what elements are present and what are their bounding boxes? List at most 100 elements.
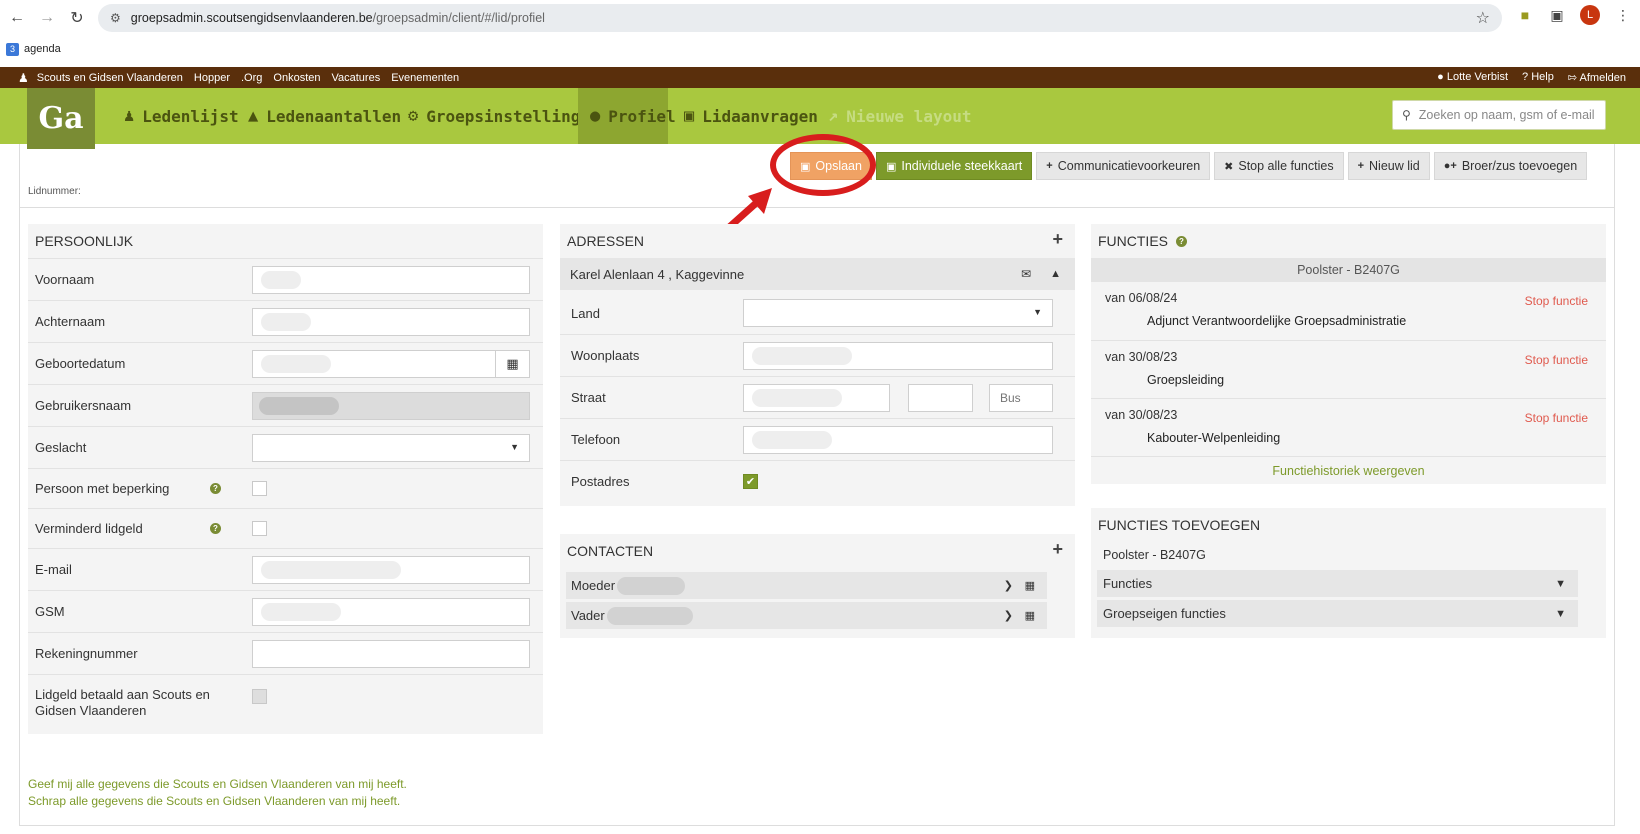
redacted-value [752,431,832,449]
achternaam-input[interactable] [252,308,530,336]
nav-profiel[interactable]: ● Profiel [578,88,676,144]
stop-function-link[interactable]: Stop functie [1525,353,1588,367]
label-lidgeld: Lidgeld betaald aan Scouts en Gidsen Vla… [35,686,210,718]
top-link-sgv[interactable]: Scouts en Gidsen Vlaanderen [37,72,183,84]
redacted-value [261,355,331,373]
gsm-input[interactable] [252,598,530,626]
menu-dots-icon[interactable]: ⋮ [1614,6,1632,24]
search-input[interactable] [1418,108,1599,122]
privacy-links: Geef mij alle gegevens die Scouts en Gid… [28,776,407,810]
redacted-value [261,313,311,331]
add-sibling-button[interactable]: ●+ Broer/zus toevoegen [1433,152,1588,180]
help-icon[interactable]: ? [210,483,221,494]
chevron-up-icon[interactable]: ▲ [1050,268,1061,280]
member-search[interactable]: ⚲ [1392,100,1606,130]
address-bar[interactable]: ⚙ groepsadmin.scoutsengidsenvlaanderen.b… [98,4,1502,32]
label-beperking: Persoon met beperking [35,481,170,496]
site-settings-icon[interactable]: ⚙ [110,11,121,25]
help-link[interactable]: ? Help [1522,71,1554,84]
beperking-checkbox[interactable] [252,481,267,496]
top-link-vacatures[interactable]: Vacatures [332,72,381,84]
redacted-name [617,576,686,595]
accordion-groepseigen-functies[interactable]: Groepseigen functies ▼ [1097,600,1578,627]
extension-area: ■ ▣ L ⋮ [1516,5,1632,25]
plus-icon: + [1046,160,1053,172]
redacted-value [261,561,401,579]
top-link-evenementen[interactable]: Evenementen [391,72,459,84]
profile-avatar[interactable]: L [1580,5,1600,25]
add-functions-panel: FUNCTIES TOEVOEGEN Poolster - B2407G Fun… [1091,508,1606,638]
browser-toolbar: ← → ↻ ⚙ groepsadmin.scoutsengidsenvlaand… [0,0,1640,36]
geslacht-select[interactable]: ▼ [252,434,530,462]
header-divider [19,207,1615,208]
contact-role: Moeder [571,578,616,593]
contacts-panel: CONTACTEN + Moeder ❯ ▦ Vader ❯ ▦ [560,534,1075,638]
ga-logo[interactable]: Ga [27,88,95,149]
communication-button[interactable]: + Communicatievoorkeuren [1036,152,1211,180]
straat-input[interactable] [743,384,890,412]
land-select[interactable]: ▼ [743,299,1053,327]
chevron-down-icon[interactable]: ❯ [1004,579,1013,592]
address-header[interactable]: Karel Alenlaan 4 , Kaggevinne ✉ ▲ [560,258,1075,290]
user-plus-icon: ●+ [1443,160,1457,172]
verminderd-checkbox[interactable] [252,521,267,536]
gebruikersnaam-input [252,392,530,420]
add-functions-title: FUNCTIES TOEVOEGEN [1098,517,1261,533]
contact-role: Vader [571,608,605,623]
chevron-down-icon[interactable]: ❯ [1004,609,1013,622]
nav-ledenlijst[interactable]: ♟ Ledenlijst [112,88,251,144]
trash-icon[interactable]: ▦ [1025,609,1035,622]
user-link[interactable]: ● Lotte Verbist [1437,71,1508,84]
forward-icon[interactable]: → [34,5,60,31]
delete-data-link[interactable]: Schrap alle gegevens die Scouts en Gidse… [28,793,407,810]
huisnummer-input[interactable] [908,384,973,412]
woonplaats-input[interactable] [743,342,1053,370]
label-gsm: GSM [35,604,65,619]
reload-icon[interactable]: ↻ [64,5,90,31]
function-since: van 30/08/23 [1105,350,1178,364]
extension-icon[interactable]: ■ [1516,6,1534,24]
function-name: Kabouter-Welpenleiding [1147,431,1281,445]
trash-icon[interactable]: ▦ [1025,579,1035,592]
envelope-icon[interactable]: ✉ [1021,267,1031,281]
add-functions-group: Poolster - B2407G [1103,548,1206,562]
label-gebruikersnaam: Gebruikersnaam [35,398,132,413]
add-address-icon[interactable]: + [1052,229,1063,250]
bookmark-agenda[interactable]: agenda [24,43,61,55]
top-link-hopper[interactable]: Hopper [194,72,230,84]
back-icon[interactable]: ← [4,5,30,31]
bookmark-star-icon[interactable]: ☆ [1476,8,1490,28]
help-icon[interactable]: ? [1176,235,1187,247]
stop-function-link[interactable]: Stop functie [1525,294,1588,308]
users-icon: ♟ [124,106,135,126]
help-icon[interactable]: ? [210,523,221,534]
rekeningnummer-input[interactable] [252,640,530,668]
voornaam-input[interactable] [252,266,530,294]
stop-all-button[interactable]: ✖ Stop alle functies [1214,152,1344,180]
row-straat: Straat [560,376,1075,418]
top-link-org[interactable]: .Org [241,72,262,84]
telefoon-input[interactable] [743,426,1053,454]
puzzle-icon[interactable]: ▣ [1548,6,1566,24]
stop-function-link[interactable]: Stop functie [1525,411,1588,425]
logout-link[interactable]: ⇰ Afmelden [1568,71,1626,84]
postadres-checkbox[interactable]: ✔ [743,474,758,489]
calendar-icon[interactable]: ▦ [495,350,530,378]
geboortedatum-input[interactable] [252,350,496,378]
accordion-functies[interactable]: Functies ▼ [1097,570,1578,597]
email-input[interactable] [252,556,530,584]
row-verminderd: Verminderd lidgeld ? [28,508,543,548]
external-link-icon: ↗ [828,106,839,126]
add-contact-icon[interactable]: + [1052,539,1063,560]
steekkaart-button[interactable]: ▣ Individuele steekkaart [875,152,1033,180]
times-icon: ✖ [1224,160,1234,173]
give-data-link[interactable]: Geef mij alle gegevens die Scouts en Gid… [28,776,407,793]
nav-ledenaantallen[interactable]: ▲ Ledenaantallen [236,88,413,144]
label-woonplaats: Woonplaats [571,348,640,363]
top-link-onkosten[interactable]: Onkosten [273,72,320,84]
contact-vader[interactable]: Vader ❯ ▦ [566,602,1047,629]
bus-input[interactable] [989,384,1053,412]
new-member-button[interactable]: + Nieuw lid [1347,152,1430,180]
contact-moeder[interactable]: Moeder ❯ ▦ [566,572,1047,599]
function-history-link[interactable]: Functiehistoriek weergeven [1272,464,1424,478]
